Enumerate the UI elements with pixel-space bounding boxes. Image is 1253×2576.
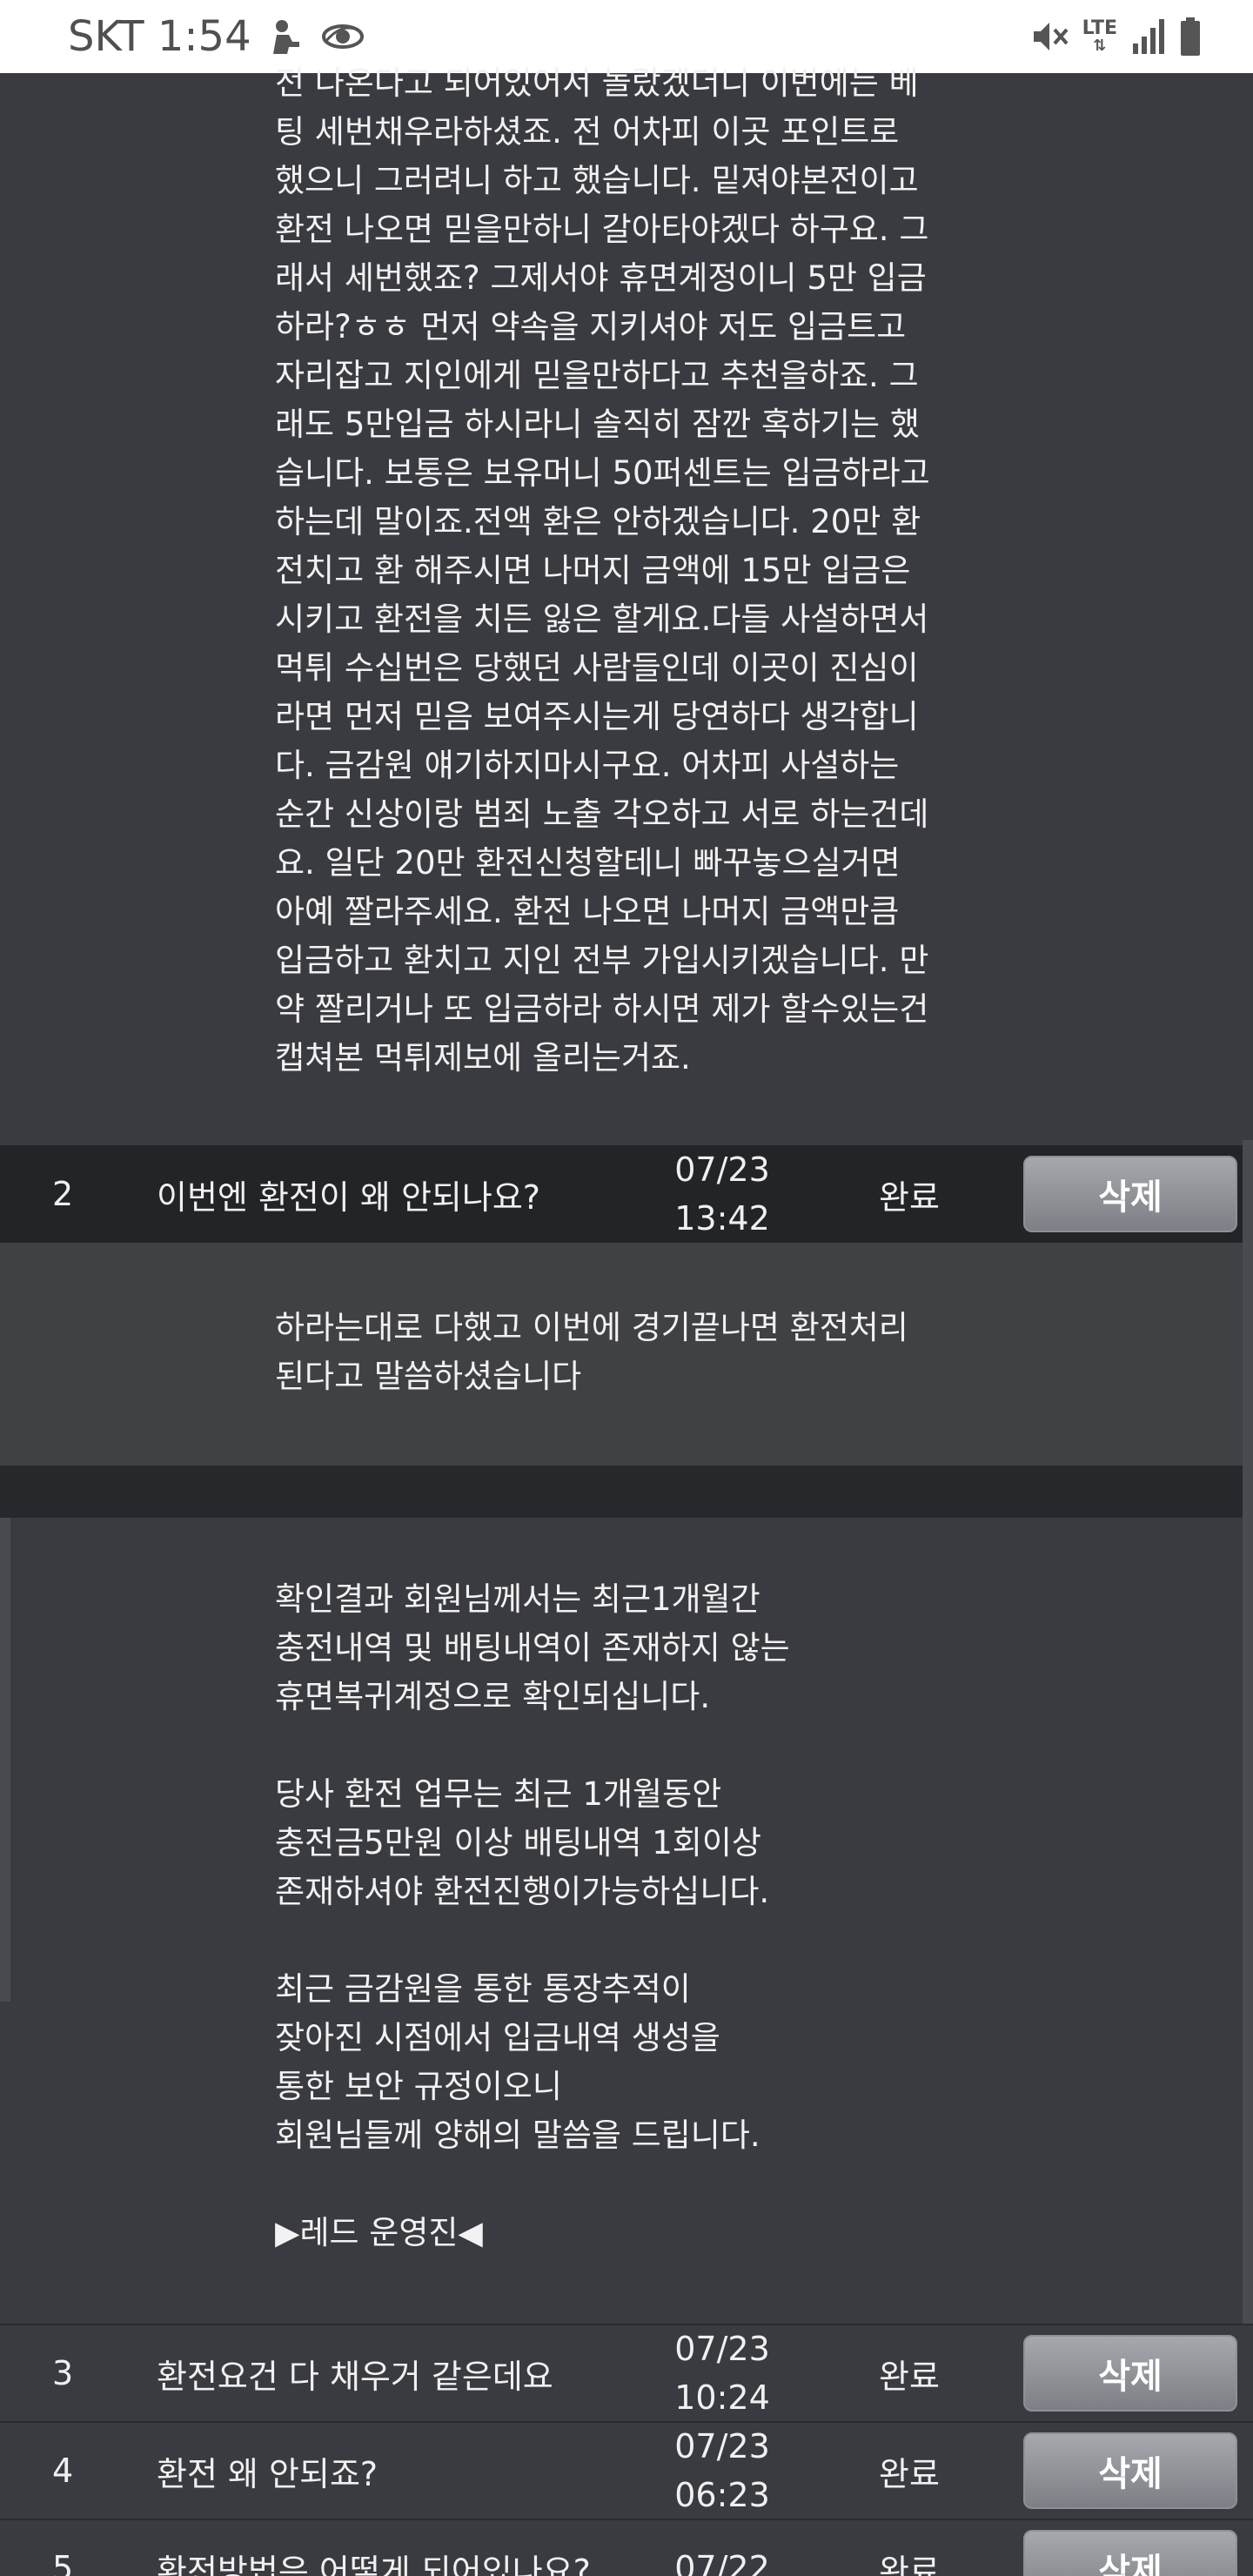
battery-icon — [1181, 17, 1200, 56]
delete-button[interactable]: 삭제 — [1023, 2335, 1237, 2412]
table-row[interactable]: 3 환전요건 다 채우거 같은데요 07/23 10:24 완료 삭제 — [0, 2324, 1253, 2421]
carrier-label: SKT — [68, 12, 144, 61]
row-date: 07/23 — [674, 2427, 770, 2465]
row-status: 완료 — [879, 2454, 940, 2493]
row-date: 07/22 — [674, 2549, 770, 2576]
status-carrier: SKT 1:54 — [68, 12, 251, 61]
row-datetime: 07/23 10:24 — [644, 2324, 801, 2422]
row-time: 06:23 — [674, 2476, 770, 2514]
row-datetime: 07/23 06:23 — [644, 2422, 801, 2519]
signal-icon — [1133, 19, 1164, 54]
delete-button[interactable]: 삭제 — [1023, 1156, 1237, 1232]
row-number: 4 — [52, 2452, 74, 2490]
table-row[interactable]: 4 환전 왜 안되죠? 07/23 06:23 완료 삭제 — [0, 2421, 1253, 2519]
status-time: 1:54 — [157, 12, 251, 61]
status-icons: LTE ⇅ — [1030, 16, 1201, 57]
row-title[interactable]: 환전요건 다 채우거 같은데요 — [157, 2350, 553, 2398]
galaxy-icon — [320, 16, 365, 57]
lte-label: LTE — [1082, 17, 1117, 39]
app-icon — [265, 16, 306, 57]
question-body: 하라는대로 다했고 이번에 경기끝나면 환전처리 된다고 말씀하셨습니다 — [275, 1309, 908, 1395]
row-title[interactable]: 이번엔 환전이 왜 안되나요? — [157, 1171, 540, 1218]
row-status: 완료 — [879, 1177, 940, 1217]
data-arrows-icon: ⇅ — [1093, 37, 1107, 55]
mute-icon — [1033, 23, 1069, 50]
answer-body: 확인결과 회원님께서는 최근1개월간 충전내역 및 배팅내역이 존재하지 않는 … — [275, 1580, 790, 2251]
row-status: 완료 — [879, 2357, 940, 2396]
delete-button[interactable]: 삭제 — [1023, 2432, 1237, 2509]
row-date: 07/23 — [674, 1150, 770, 1189]
row-time: 13:42 — [674, 1199, 770, 1238]
row-time: 10:24 — [674, 2378, 770, 2417]
question-body: 전 나온다고 되어있어서 놀랐겠더니 이번에는 베 팅 세번채우라하셨죠. 전 … — [275, 64, 930, 1077]
row-datetime: 07/22 — [644, 2544, 801, 2576]
row-number: 2 — [52, 1175, 74, 1213]
scroll-track — [0, 1518, 10, 2002]
divider — [0, 1466, 1253, 1518]
row-title[interactable]: 환전방법은 어떻게 되어있나요? — [157, 2545, 591, 2576]
row-number: 3 — [52, 2354, 74, 2392]
row-number: 5 — [52, 2549, 74, 2576]
scroll-track — [1243, 1140, 1253, 2324]
row-title[interactable]: 환전 왜 안되죠? — [157, 2447, 378, 2495]
row-status: 완료 — [879, 2552, 940, 2576]
network-type: LTE ⇅ — [1082, 19, 1117, 54]
delete-button[interactable]: 삭제 — [1023, 2530, 1237, 2576]
table-row[interactable]: 5 환전방법은 어떻게 되어있나요? 07/22 완료 삭제 — [0, 2519, 1253, 2576]
row-date: 07/23 — [674, 2330, 770, 2368]
row-datetime: 07/23 13:42 — [644, 1145, 801, 1243]
table-row[interactable]: 2 이번엔 환전이 왜 안되나요? 07/23 13:42 완료 삭제 — [0, 1145, 1253, 1243]
